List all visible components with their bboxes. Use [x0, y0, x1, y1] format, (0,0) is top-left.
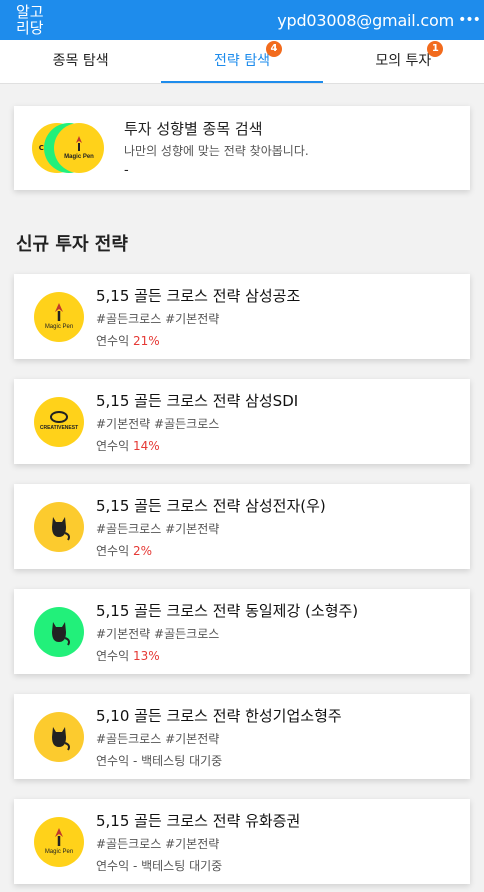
strategy-tags: #골든크로스 #기본전략 [96, 731, 220, 746]
strategy-tags: #기본전략 #골든크로스 [96, 626, 220, 641]
strategy-title: 5,15 골든 크로스 전략 삼성공조 [96, 286, 301, 305]
section-title: 신규 투자 전략 [16, 234, 128, 255]
cat-logo-icon [34, 501, 84, 552]
strategy-return: 연수익 13% [96, 648, 160, 663]
cat-logo-icon [34, 606, 84, 657]
tab-label: 종목 탐색 [52, 53, 109, 69]
strategy-card[interactable]: CREATIVENEST 5,15 골든 크로스 전략 삼성SDI #기본전략 … [14, 379, 470, 464]
tab-label: 모의 투자 [375, 53, 432, 69]
strategy-card[interactable]: Magic Pen 5,15 골든 크로스 전략 삼성공조 #골든크로스 #기본… [14, 274, 470, 359]
svg-text:Magic Pen: Magic Pen [45, 849, 73, 855]
tab-badge: 1 [427, 41, 444, 57]
strategy-return: 연수익 - 백테스팅 대기중 [96, 858, 223, 873]
strategy-title: 5,10 골든 크로스 전략 한성기업소형주 [96, 706, 342, 725]
strategy-card[interactable]: 5,15 골든 크로스 전략 동일제강 (소형주) #기본전략 #골든크로스 연… [14, 589, 470, 674]
search-card-subtitle: 나만의 성향에 맞는 전략 찾아봅니다. [124, 144, 309, 158]
strategy-title: 5,15 골든 크로스 전략 동일제강 (소형주) [96, 601, 359, 620]
tab-strategy-explore[interactable]: 전략 탐색 4 [161, 40, 323, 83]
strategy-return: 연수익 21% [96, 333, 160, 348]
strategy-return: 연수익 14% [96, 438, 160, 453]
strategy-title: 5,15 골든 크로스 전략 유화증권 [96, 811, 301, 830]
search-card-dash: - [124, 163, 129, 178]
user-email[interactable]: ypd03008@gmail.com [277, 11, 454, 30]
app-brand[interactable]: 알고리당 [16, 4, 48, 36]
svg-text:CREATIVENEST: CREATIVENEST [40, 425, 78, 431]
strategy-return: 연수익 2% [96, 543, 152, 558]
strategy-tags: #기본전략 #골든크로스 [96, 416, 220, 431]
preference-search-card[interactable]: CR Magic Pen 투자 성향별 종목 검색 나만의 성향에 맞는 전략 … [14, 106, 470, 190]
app-header: 알고리당 ypd03008@gmail.com ••• [0, 0, 484, 40]
strategy-card[interactable]: 5,15 골든 크로스 전략 삼성전자(우) #골든크로스 #기본전략 연수익 … [14, 484, 470, 569]
magic-pen-logo-icon: Magic Pen [54, 123, 104, 173]
magic-pen-logo-icon: Magic Pen [34, 291, 84, 342]
search-card-title: 투자 성향별 종목 검색 [124, 120, 263, 138]
svg-text:Magic Pen: Magic Pen [45, 324, 73, 330]
strategy-card[interactable]: 5,10 골든 크로스 전략 한성기업소형주 #골든크로스 #기본전략 연수익 … [14, 694, 470, 779]
stacked-logos: CR Magic Pen [32, 122, 110, 174]
strategy-list: Magic Pen 5,15 골든 크로스 전략 삼성공조 #골든크로스 #기본… [0, 274, 484, 884]
strategy-tags: #골든크로스 #기본전략 [96, 311, 220, 326]
svg-text:Magic Pen: Magic Pen [64, 154, 94, 160]
strategy-card[interactable]: Magic Pen 5,15 골든 크로스 전략 유화증권 #골든크로스 #기본… [14, 799, 470, 884]
strategy-title: 5,15 골든 크로스 전략 삼성전자(우) [96, 496, 326, 515]
more-dots-icon[interactable]: ••• [454, 12, 484, 28]
cat-logo-icon [34, 711, 84, 762]
tab-badge: 4 [265, 41, 282, 57]
tab-stock-explore[interactable]: 종목 탐색 [0, 40, 161, 83]
magic-pen-logo-icon: Magic Pen [34, 816, 84, 867]
creativenest-logo-icon: CREATIVENEST [34, 396, 84, 447]
tab-mock-invest[interactable]: 모의 투자 1 [323, 40, 484, 83]
strategy-tags: #골든크로스 #기본전략 [96, 521, 220, 536]
strategy-return: 연수익 - 백테스팅 대기중 [96, 753, 223, 768]
tab-label: 전략 탐색 [214, 53, 270, 69]
strategy-tags: #골든크로스 #기본전략 [96, 836, 220, 851]
tab-bar: 종목 탐색 전략 탐색 4 모의 투자 1 [0, 40, 484, 84]
strategy-title: 5,15 골든 크로스 전략 삼성SDI [96, 391, 299, 410]
